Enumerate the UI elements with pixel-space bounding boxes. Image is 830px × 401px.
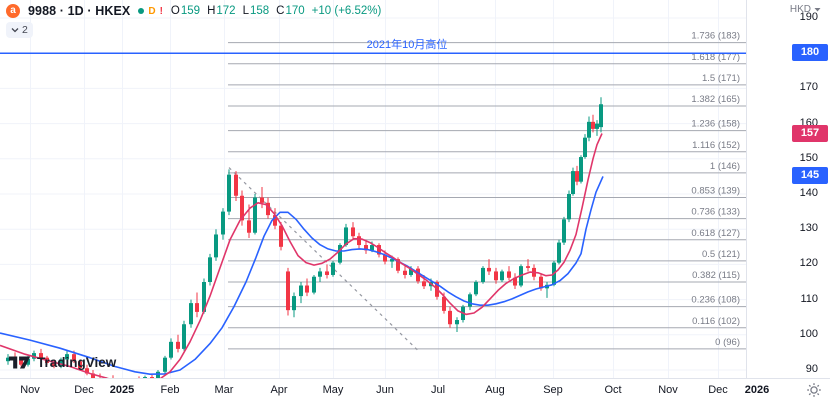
price-axis-label: 130 [800,222,818,234]
time-axis-label: Dec [74,384,94,396]
market-status-icons: D ! [138,6,163,17]
time-axis-label: Nov [658,384,678,396]
chart-legend: a 9988 · 1D · HKEX D ! O159 H172 L158 C170 … [6,4,381,18]
fib-level-label: 0 (96) [715,337,740,348]
price-axis-label: 110 [800,293,818,305]
fib-level-label: 0.5 (121) [702,249,740,260]
time-axis-label: Nov [20,384,40,396]
ohlc-values: O159 H172 L158 C170 [171,5,305,17]
indicators-collapse-button[interactable]: 2 [6,22,33,38]
ma-slow-line[interactable] [0,176,603,374]
price-change-readout: +10 (+6.52%) [312,5,382,17]
fib-level-label: 0.618 (127) [691,228,740,239]
fib-level-label: 1.116 (152) [692,140,740,151]
horizontal-line-label: 2021年10月高位 [367,37,448,51]
ohlc-key: O [171,5,180,17]
time-axis-label: Jul [431,384,445,396]
ohlc-key: L [243,5,249,17]
ma-slow-price-badge: 145 [792,167,828,184]
time-axis-label: May [323,384,344,396]
fib-level-label: 0.853 (139) [691,186,740,197]
time-axis-label: Apr [270,384,287,396]
price-axis-label: 100 [800,328,818,340]
price-axis-label: 190 [800,11,818,23]
ohlc-key: C [276,5,284,17]
market-status-dot-icon [138,8,144,14]
chevron-down-icon [11,27,19,33]
time-axis-label: Aug [485,384,505,396]
ohlc-value: 159 [181,5,200,17]
ohlc-value: 158 [250,5,269,17]
gridlines [0,0,746,378]
time-axis-label: Mar [215,384,234,396]
ohlc-item: O159 [171,5,200,17]
candles [6,97,603,378]
fib-level-label: 1.5 (171) [702,73,740,84]
tradingview-logo-text: TradingView [37,355,116,370]
data-alert-icon[interactable]: ! [160,6,163,17]
fib-level-label: 1.736 (183) [691,31,740,42]
price-axis-label: 170 [800,81,818,93]
ohlc-key: H [207,5,215,17]
time-axis-label: Jun [376,384,394,396]
price-axis-label: 150 [800,152,818,164]
time-axis-label: 2025 [110,384,134,396]
time-axis-label: Dec [708,384,728,396]
ohlc-value: 172 [216,5,235,17]
ma-fast-line[interactable] [0,134,602,379]
time-axis-label: 2026 [745,384,769,396]
fib-level-label: 1 (146) [710,161,740,172]
fib-level-label: 1.382 (165) [691,94,740,105]
horizontal-line-price-badge: 180 [792,44,828,61]
price-axis[interactable]: HKD 190170160150140130120110100901801571… [746,0,830,378]
ma-fast-price-badge: 157 [792,125,828,142]
ohlc-item: H172 [207,5,236,17]
chart-settings-gear-icon[interactable] [806,382,822,398]
fib-level-label: 1.236 (158) [691,119,740,130]
fib-level-label: 0.116 (102) [692,316,740,327]
time-axis-label: Feb [161,384,180,396]
fib-level-label: 0.382 (115) [692,270,740,281]
time-axis[interactable]: Nov Dec 2025 Feb Mar Apr May Jun Jul Aug Sep Oct Nov… [0,378,830,401]
price-axis-label: 120 [800,257,818,269]
tradingview-mark-icon [8,355,32,370]
fib-level-label: 0.736 (133) [691,207,740,218]
delayed-data-icon[interactable]: D [148,6,155,17]
ohlc-value: 170 [285,5,304,17]
fib-level-label: 0.236 (108) [691,295,740,306]
price-chart-canvas[interactable]: 1.736 (183)1.618 (177)1.5 (171)1.382 (16… [0,0,746,378]
ohlc-item: L158 [243,5,270,17]
time-axis-label: Oct [604,384,621,396]
ohlc-item: C170 [276,5,305,17]
tradingview-chart-window: 1.736 (183)1.618 (177)1.5 (171)1.382 (16… [0,0,830,401]
price-axis-label: 140 [800,187,818,199]
price-axis-label: 90 [806,363,818,375]
tradingview-logo[interactable]: TradingView [8,355,116,370]
symbol-logo: a [6,4,20,18]
time-axis-label: Sep [543,384,563,396]
ohlc-readout: O159 H172 L158 C170 +10 (+6.52%) [171,5,381,17]
symbol-title[interactable]: 9988 · 1D · HKEX [28,4,130,18]
indicators-count: 2 [22,24,28,36]
